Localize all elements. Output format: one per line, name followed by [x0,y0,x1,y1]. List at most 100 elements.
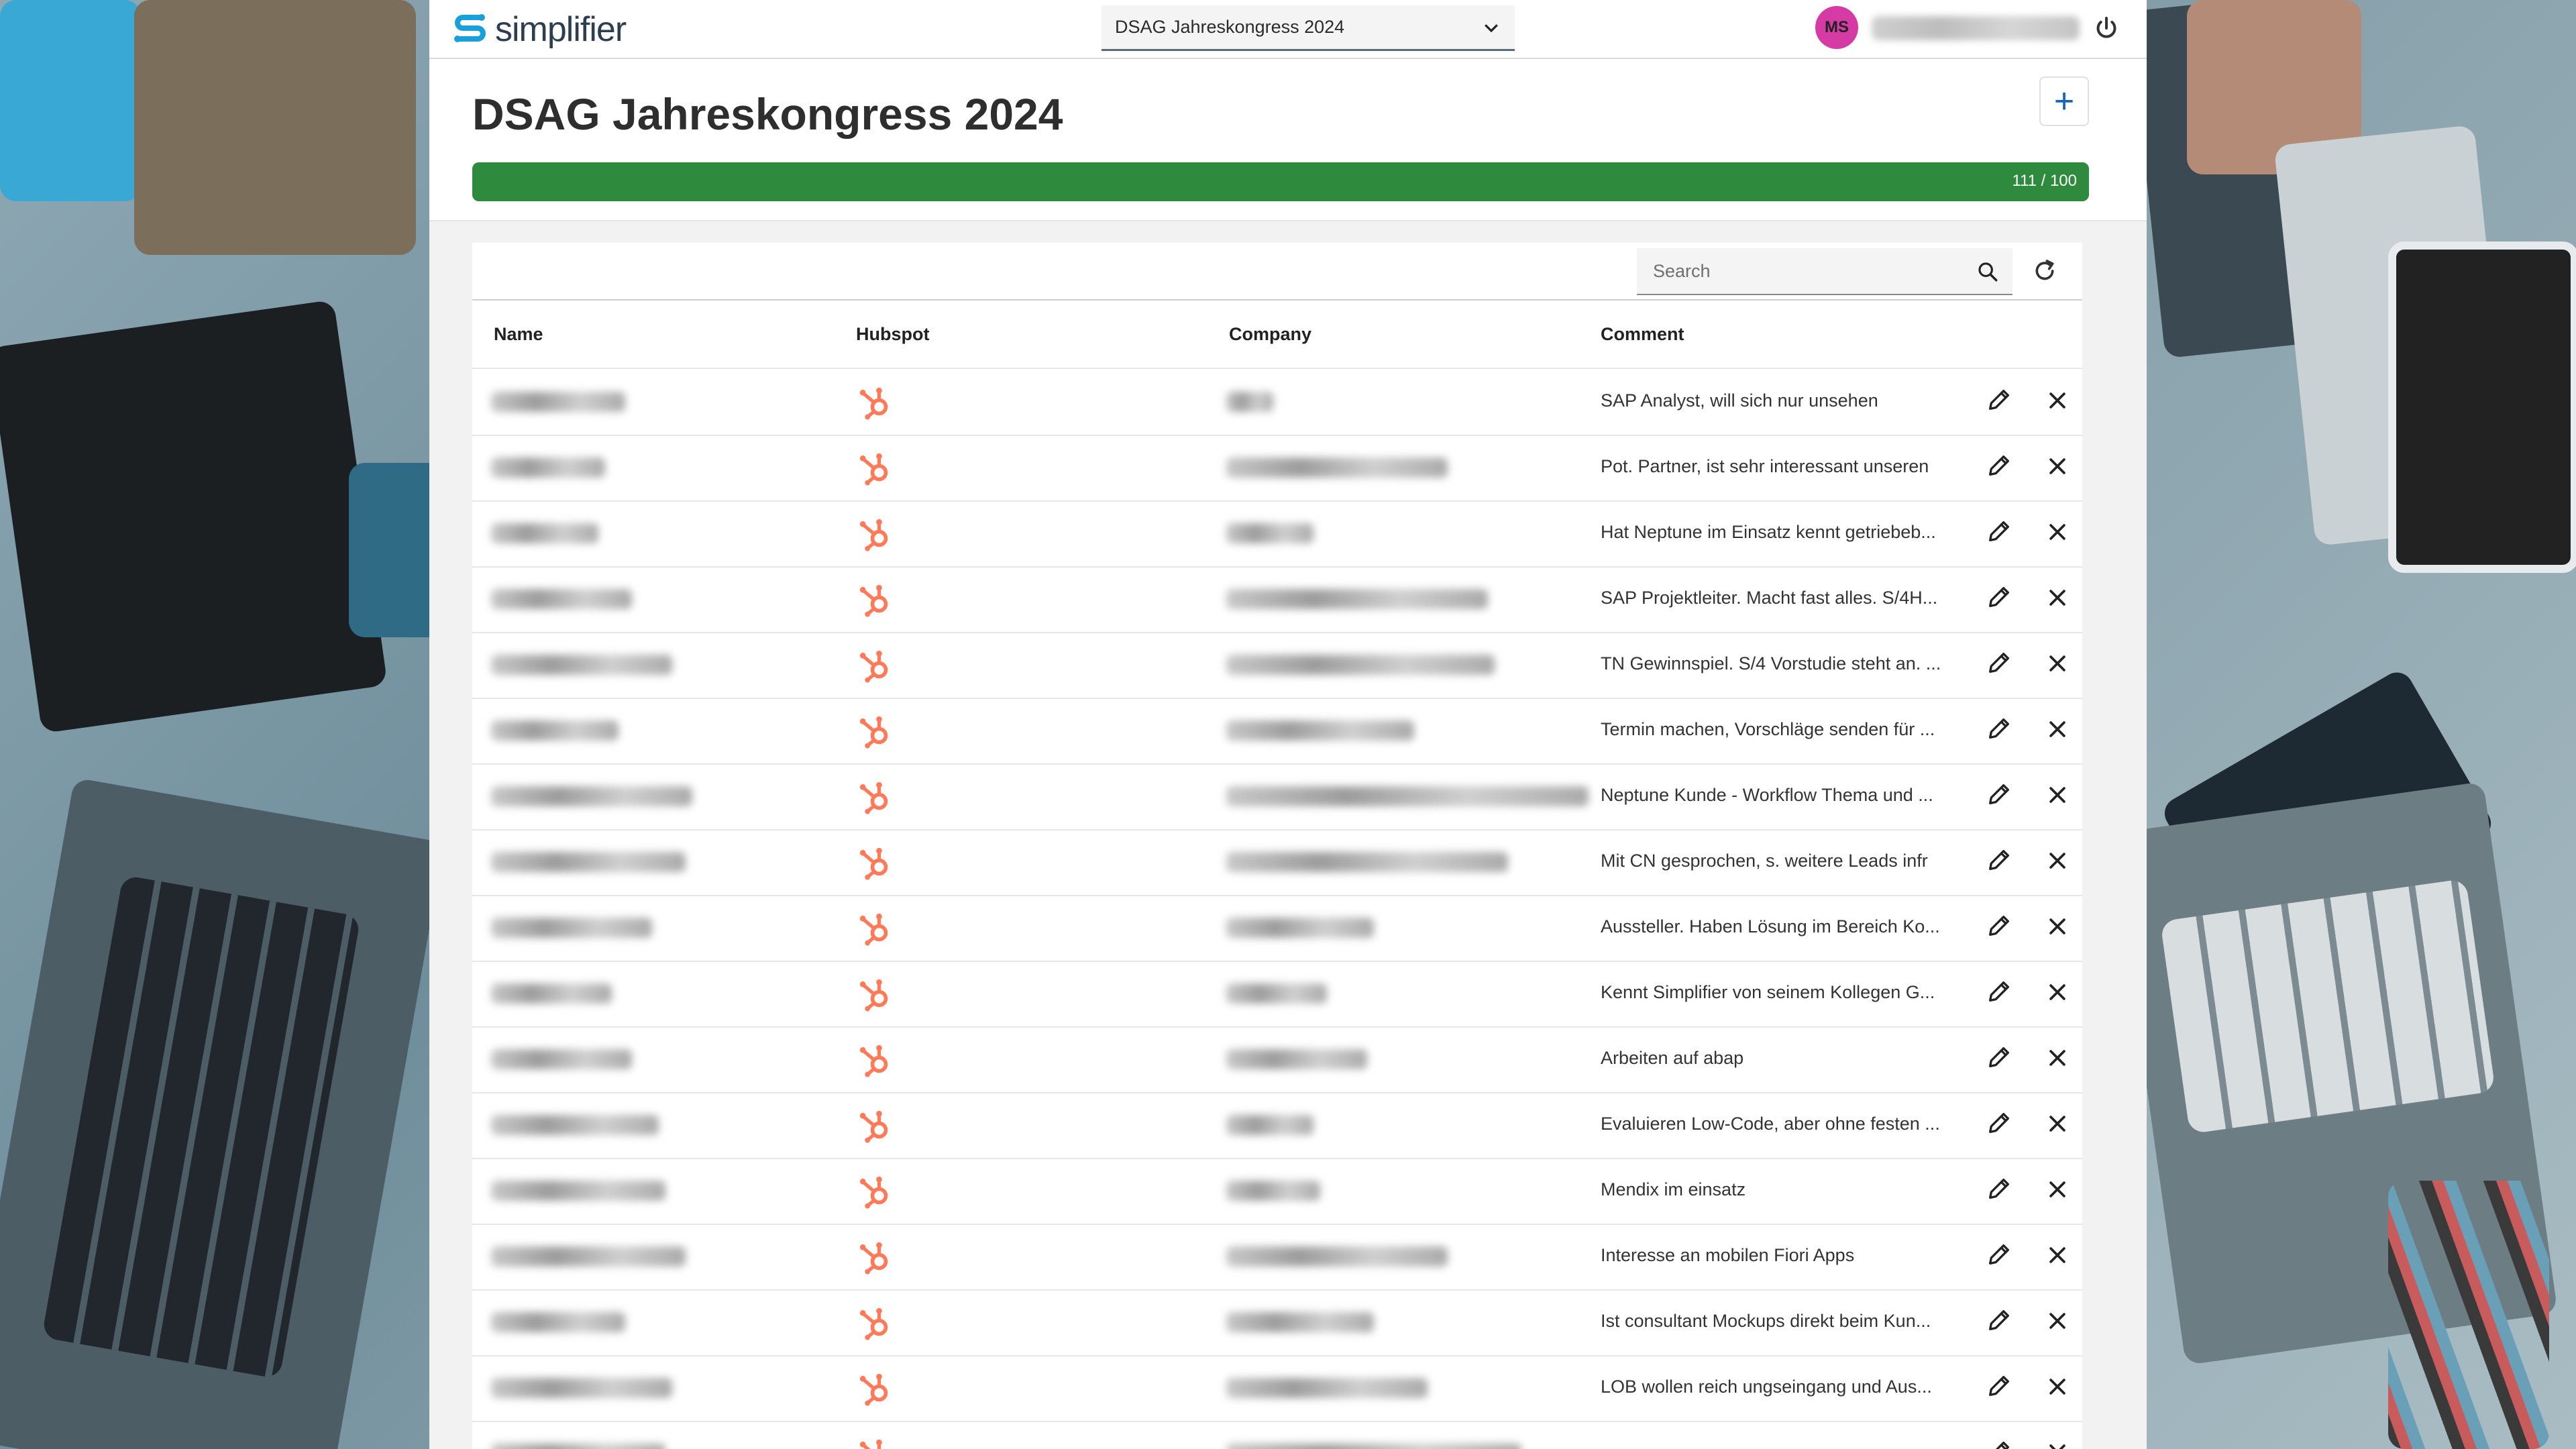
table-row[interactable]: Neptune Kunde - Workflow Thema und ... [472,763,2082,830]
search-input[interactable]: Search [1637,248,2012,295]
table-row[interactable]: Evaluieren Low-Code, aber ohne festen ..… [472,1092,2082,1159]
pencil-icon[interactable] [1986,1438,2012,1449]
close-icon[interactable] [2046,455,2069,478]
close-icon[interactable] [2046,1441,2069,1449]
close-icon[interactable] [2046,652,2069,675]
name-cell-blurred [491,852,686,872]
table-row[interactable] [472,1421,2082,1449]
close-icon[interactable] [2046,586,2069,609]
avatar[interactable]: MS [1815,6,1858,49]
app-logo[interactable]: simplifier [452,9,627,50]
hubspot-icon[interactable] [857,1108,892,1143]
company-cell-blurred [1226,720,1414,741]
table-row[interactable]: Kennt Simplifier von seinem Kollegen G..… [472,961,2082,1028]
name-cell-blurred [491,1181,665,1201]
close-icon[interactable] [2046,1309,2069,1332]
table-toolbar: Search [472,243,2082,301]
pencil-icon[interactable] [1986,1110,2012,1136]
hubspot-icon[interactable] [857,1371,892,1406]
comment-cell: Arbeiten auf abap [1601,1048,1744,1068]
close-icon[interactable] [2046,1244,2069,1267]
column-header-name[interactable]: Name [494,324,543,345]
name-cell-blurred [491,523,598,543]
power-icon[interactable] [2093,15,2120,42]
close-icon[interactable] [2046,981,2069,1004]
table-row[interactable]: Mit CN gesprochen, s. weitere Leads infr [472,829,2082,896]
hubspot-icon[interactable] [857,714,892,749]
hubspot-icon[interactable] [857,1305,892,1340]
hubspot-icon[interactable] [857,1174,892,1209]
hubspot-icon[interactable] [857,517,892,551]
table-row[interactable]: SAP Projektleiter. Macht fast alles. S/4… [472,566,2082,633]
table-row[interactable]: Ist consultant Mockups direkt beim Kun..… [472,1289,2082,1356]
company-cell-blurred [1226,458,1448,478]
hubspot-icon[interactable] [857,911,892,946]
close-icon[interactable] [2046,1112,2069,1135]
company-cell-blurred [1226,1181,1320,1201]
hubspot-icon[interactable] [857,977,892,1012]
hubspot-icon[interactable] [857,385,892,420]
company-cell-blurred [1226,1378,1428,1398]
project-select[interactable]: DSAG Jahreskongress 2024 [1102,5,1515,51]
search-icon[interactable] [1976,260,1999,283]
pencil-icon[interactable] [1986,1307,2012,1334]
logo-text: simplifier [495,10,627,49]
table-row[interactable]: TN Gewinnspiel. S/4 Vorstudie steht an. … [472,632,2082,699]
pencil-icon[interactable] [1986,452,2012,479]
close-icon[interactable] [2046,915,2069,938]
name-cell-blurred [491,983,612,1004]
pencil-icon[interactable] [1986,1175,2012,1202]
leads-table-card: Search Name Hubspot Company Comment SAP … [472,243,2082,1449]
hubspot-icon[interactable] [857,1042,892,1077]
page-title: DSAG Jahreskongress 2024 [472,89,1063,139]
close-icon[interactable] [2046,1046,2069,1069]
pencil-icon[interactable] [1986,1373,2012,1399]
hubspot-icon[interactable] [857,648,892,683]
table-row[interactable]: SAP Analyst, will sich nur unsehen [472,369,2082,436]
company-cell-blurred [1226,1246,1448,1267]
pencil-icon[interactable] [1986,912,2012,939]
pencil-icon[interactable] [1986,781,2012,808]
add-button[interactable]: + [2039,76,2089,126]
hubspot-icon[interactable] [857,582,892,617]
hubspot-icon[interactable] [857,451,892,486]
company-cell-blurred [1226,918,1374,938]
column-header-hubspot[interactable]: Hubspot [856,324,929,345]
table-row[interactable]: LOB wollen reich ungseingang und Aus... [472,1355,2082,1422]
close-icon[interactable] [2046,849,2069,872]
hubspot-icon[interactable] [857,780,892,814]
table-row[interactable]: Arbeiten auf abap [472,1026,2082,1093]
table-row[interactable]: Termin machen, Vorschläge senden für ... [472,698,2082,765]
pencil-icon[interactable] [1986,1044,2012,1071]
pencil-icon[interactable] [1986,715,2012,742]
table-row[interactable]: Mendix im einsatz [472,1158,2082,1225]
table-row[interactable]: Pot. Partner, ist sehr interessant unser… [472,435,2082,502]
pencil-icon[interactable] [1986,518,2012,545]
table-row[interactable]: Hat Neptune im Einsatz kennt getriebeb..… [472,500,2082,568]
refresh-icon[interactable] [2031,258,2058,284]
pencil-icon[interactable] [1986,584,2012,610]
column-header-company[interactable]: Company [1229,324,1311,345]
close-icon[interactable] [2046,389,2069,412]
pencil-icon[interactable] [1986,649,2012,676]
name-cell-blurred [491,655,672,675]
company-cell-blurred [1226,1115,1313,1135]
close-icon[interactable] [2046,1375,2069,1398]
page-header: DSAG Jahreskongress 2024 + 111 / 100 [429,59,2147,221]
hubspot-icon[interactable] [857,1240,892,1275]
close-icon[interactable] [2046,784,2069,806]
hubspot-icon[interactable] [857,1437,892,1449]
pencil-icon[interactable] [1986,978,2012,1005]
hubspot-icon[interactable] [857,845,892,880]
close-icon[interactable] [2046,521,2069,543]
comment-cell: SAP Projektleiter. Macht fast alles. S/4… [1601,588,1938,608]
table-row[interactable]: Aussteller. Haben Lösung im Bereich Ko..… [472,895,2082,962]
close-icon[interactable] [2046,1178,2069,1201]
pencil-icon[interactable] [1986,386,2012,413]
table-row[interactable]: Interesse an mobilen Fiori Apps [472,1224,2082,1291]
pencil-icon[interactable] [1986,1241,2012,1268]
close-icon[interactable] [2046,718,2069,741]
pencil-icon[interactable] [1986,847,2012,873]
comment-cell: Ist consultant Mockups direkt beim Kun..… [1601,1311,1931,1331]
column-header-comment[interactable]: Comment [1601,324,1684,345]
